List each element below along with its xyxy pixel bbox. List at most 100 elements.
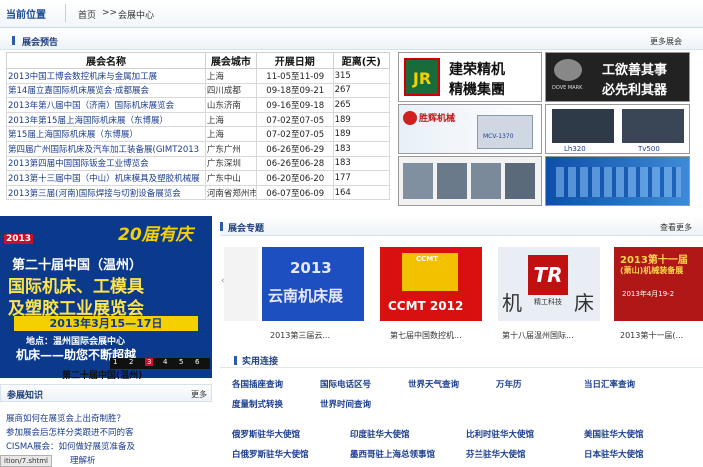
topic-thumb-ccmt[interactable]: CCMT CCMT 2012 bbox=[380, 247, 482, 321]
expo-date: 06-20至06-20 bbox=[255, 170, 334, 186]
banner-caption: 第二十届中国(温州) bbox=[62, 371, 143, 381]
thumb-partial[interactable] bbox=[224, 247, 258, 321]
pager-2[interactable]: 2 bbox=[129, 358, 133, 366]
lathe-model-1: Lh320 bbox=[564, 145, 586, 153]
expo-city: 广东广州 bbox=[204, 140, 257, 157]
link-unit-convert[interactable]: 度量制式转换 bbox=[232, 398, 283, 410]
expo-days: 315 bbox=[332, 68, 391, 84]
jr-emblem-icon: JR bbox=[404, 58, 440, 96]
machine-thumb-2 bbox=[437, 163, 467, 199]
link-calendar[interactable]: 万年历 bbox=[496, 378, 522, 390]
xs-line-2: (萧山)机械装备展 bbox=[620, 266, 684, 275]
shenghui-ad[interactable]: 胜辉机械 MCV-1370 bbox=[398, 104, 542, 154]
link-embassy[interactable]: 日本驻华大使馆 bbox=[584, 448, 644, 460]
xs-line-3: 2013年4月19-2 bbox=[622, 290, 675, 298]
expo-days: 265 bbox=[332, 97, 391, 113]
topic-caption[interactable]: 2013第十一届(... bbox=[620, 330, 683, 341]
jianrong-name: 建荣精机 bbox=[449, 62, 505, 78]
expo-name-link[interactable]: 第14届立嘉国际机床展览会·成都展会 bbox=[6, 82, 206, 99]
yunnan-title: 云南机床展 bbox=[268, 287, 344, 305]
topic-caption[interactable]: 第十八届温州国际... bbox=[502, 330, 574, 341]
knowledge-item[interactable]: 展商如何在展览会上出奇制胜？ bbox=[6, 412, 125, 424]
link-world-time[interactable]: 世界时间查询 bbox=[320, 398, 371, 410]
expo-days: 183 bbox=[332, 140, 391, 157]
expo-preview-header: 展会预告 更多展会 bbox=[0, 32, 703, 50]
link-phone-code[interactable]: 国际电话区号 bbox=[320, 378, 371, 390]
link-embassy[interactable]: 美国驻华大使馆 bbox=[584, 428, 644, 440]
expo-name-link[interactable]: 2013年第八届中国（济南）国际机床展览会 bbox=[6, 97, 206, 113]
knowledge-more-link[interactable]: 更多 bbox=[191, 389, 207, 400]
table-row: 2013年第15届上海国际机床展（东博展） 上海 07-02至07-05 189 bbox=[6, 111, 391, 128]
pager-4[interactable]: 4 bbox=[163, 358, 167, 366]
view-more-link[interactable]: 查看更多 bbox=[660, 222, 692, 233]
link-weather[interactable]: 世界天气查询 bbox=[408, 378, 459, 390]
section-bullet-icon bbox=[234, 356, 237, 365]
link-embassy[interactable]: 墨西哥驻上海总领事馆 bbox=[350, 448, 435, 460]
expo-table: 展会名称 展会城市 开展日期 距离(天) 2013中国工博会数控机床与金属加工展… bbox=[6, 52, 391, 201]
expo-name-link[interactable]: 2013第三届(河南)国际焊接与切割设备展览会 bbox=[6, 184, 206, 201]
lathe-ad[interactable]: Lh320 Tv500 bbox=[545, 104, 690, 154]
more-expos-link[interactable]: 更多展会 bbox=[650, 36, 682, 47]
yunnan-year: 2013 bbox=[290, 259, 332, 277]
banner-year-logo: 2013 bbox=[4, 234, 34, 244]
machine-image bbox=[477, 115, 533, 149]
expo-city: 上海 bbox=[204, 68, 257, 84]
link-socket[interactable]: 各国插座查询 bbox=[232, 378, 283, 390]
expo-name-link[interactable]: 2013第四届中国国际钣金工业博览会 bbox=[6, 155, 206, 172]
link-embassy[interactable]: 白俄罗斯驻华大使馆 bbox=[232, 448, 309, 460]
blue-banner-ad[interactable] bbox=[545, 156, 690, 206]
col-header-city: 展会城市 bbox=[204, 52, 257, 69]
expo-name-link[interactable]: 2013年第15届上海国际机床展（东博展） bbox=[6, 111, 206, 128]
knowledge-item[interactable]: 参加展会后怎样分类跟进不同的客 bbox=[6, 426, 134, 438]
expo-date: 09-18至09-21 bbox=[255, 82, 334, 99]
expo-city: 广东深圳 bbox=[204, 155, 257, 172]
dove-mark-ad[interactable]: DOVE MARK 工欲善其事 必先利其器 bbox=[545, 52, 690, 102]
machine-thumb-1 bbox=[403, 163, 433, 199]
knowledge-title: 参展知识 bbox=[7, 391, 44, 401]
expo-date: 06-26至06-28 bbox=[255, 155, 334, 172]
breadcrumb-divider bbox=[65, 4, 66, 22]
expo-city: 上海 bbox=[204, 126, 257, 142]
wz-char-right: 床 bbox=[574, 291, 594, 315]
knowledge-header: 参展知识 更多 bbox=[0, 384, 212, 402]
link-embassy[interactable]: 比利时驻华大使馆 bbox=[466, 428, 534, 440]
link-embassy[interactable]: 俄罗斯驻华大使馆 bbox=[232, 428, 300, 440]
table-row: 第14届立嘉国际机床展览会·成都展会 四川成都 09-18至09-21 267 bbox=[6, 82, 391, 99]
expo-name-link[interactable]: 2013第十三届中国（中山）机床模具及塑胶机械展 bbox=[6, 170, 206, 186]
pager-5[interactable]: 5 bbox=[179, 358, 183, 366]
section-bullet-icon bbox=[220, 222, 223, 231]
section-bullet-icon bbox=[12, 36, 15, 45]
table-header-row: 展会名称 展会城市 开展日期 距离(天) bbox=[6, 52, 391, 69]
expo-name-link[interactable]: 2013中国工博会数控机床与金属加工展 bbox=[6, 68, 206, 84]
link-embassy[interactable]: 芬兰驻华大使馆 bbox=[466, 448, 526, 460]
table-row: 2013年第八届中国（济南）国际机床展览会 山东济南 09-16至09-18 265 bbox=[6, 97, 391, 113]
topic-caption[interactable]: 2013第三届云... bbox=[270, 330, 330, 341]
link-exchange-rate[interactable]: 当日汇率查询 bbox=[584, 378, 635, 390]
machine-thumb-4 bbox=[505, 163, 535, 199]
wenzhou-expo-banner[interactable]: 2013 20届有庆 第二十届中国（温州） 国际机床、工模具 及塑胶工业展览会 … bbox=[0, 216, 212, 378]
shenghui-name: 胜辉机械 bbox=[419, 114, 456, 124]
topic-thumb-yunnan[interactable]: 2013 云南机床展 bbox=[262, 247, 364, 321]
expo-city: 广东中山 bbox=[204, 170, 257, 186]
pager-3[interactable]: 3 bbox=[145, 358, 154, 366]
topic-thumb-wenzhou[interactable]: 机 TR 精工科技 床 bbox=[498, 247, 600, 321]
current-position-label: 当前位置 bbox=[6, 10, 46, 21]
topic-caption[interactable]: 第七届中国数控机... bbox=[390, 330, 462, 341]
home-link[interactable]: 首页 bbox=[78, 8, 96, 21]
link-embassy[interactable]: 印度驻华大使馆 bbox=[350, 428, 410, 440]
topic-thumb-xiaoshan[interactable]: 2013第十一届 (萧山)机械装备展 2013年4月19-2 bbox=[614, 247, 703, 321]
knowledge-item[interactable]: 理解析 bbox=[70, 454, 96, 466]
machine-catalog-ad[interactable] bbox=[398, 156, 542, 206]
pager-1[interactable]: 1 bbox=[113, 358, 117, 366]
ccmt-title: CCMT 2012 bbox=[388, 299, 464, 313]
expo-name-link[interactable]: 第15届上海国际机床展（东博展） bbox=[6, 126, 206, 142]
expo-date: 09-16至09-18 bbox=[255, 97, 334, 113]
expo-name-link[interactable]: 第四届广州国际机床及汽车加工装备展(GIMT2013 bbox=[6, 140, 206, 157]
knowledge-item[interactable]: CISMA展会：如何做好展览准备及 bbox=[6, 440, 135, 452]
col-header-days: 距离(天) bbox=[332, 52, 391, 69]
jianrong-logo-ad[interactable]: JR 建荣精机 精機集團 bbox=[398, 52, 542, 102]
expo-date: 07-02至07-05 bbox=[255, 111, 334, 128]
table-row: 第15届上海国际机床展（东博展） 上海 07-02至07-05 189 bbox=[6, 126, 391, 142]
expo-preview-title: 展会预告 bbox=[22, 38, 59, 48]
pager-6[interactable]: 6 bbox=[195, 358, 199, 366]
